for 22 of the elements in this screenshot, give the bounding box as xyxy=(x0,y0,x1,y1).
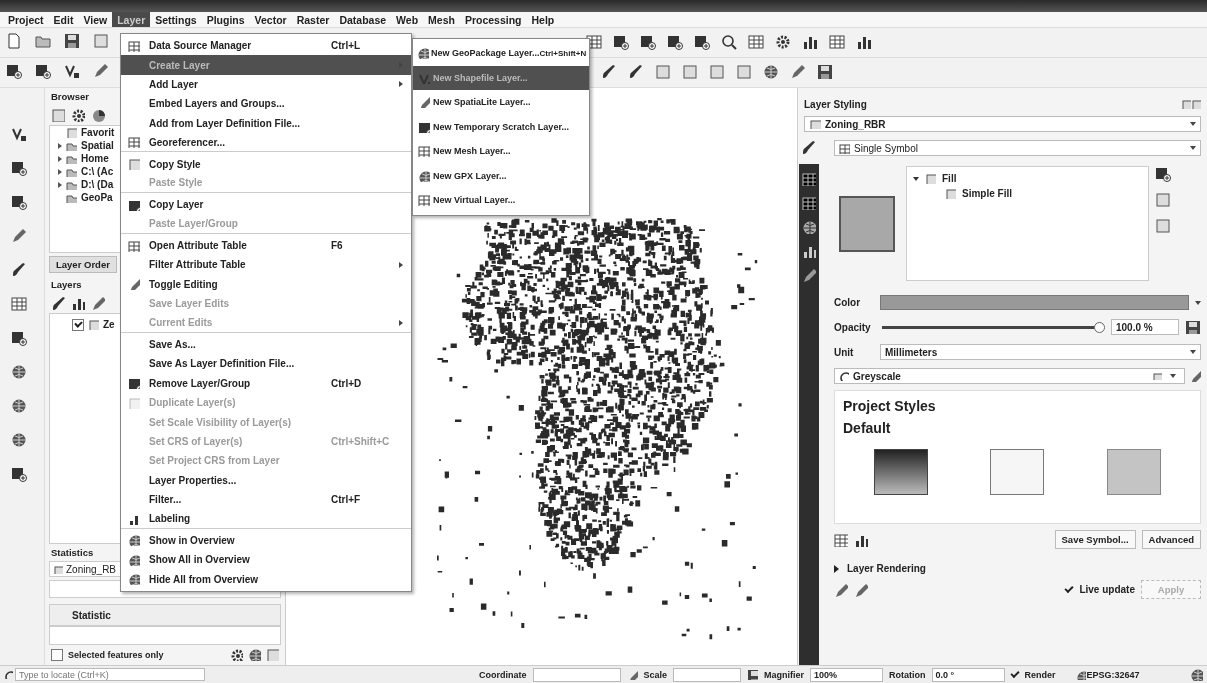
color-label: Color xyxy=(834,297,862,308)
rotation-label: Rotation xyxy=(889,669,926,680)
panel-title: Statistics xyxy=(50,546,95,560)
scale-label: Scale xyxy=(643,669,668,680)
renderer-name: Single Symbol xyxy=(854,142,918,154)
panel-title: Browser xyxy=(50,90,90,104)
opacity-label: Opacity xyxy=(834,321,872,333)
layer-name: Zoning_RBR xyxy=(825,118,886,130)
unit-value: Millimeters xyxy=(885,346,938,358)
panel-title: Layer Styling xyxy=(804,98,867,110)
section-heading: Project Styles xyxy=(843,397,937,416)
coordinate-label: Coordinate xyxy=(479,669,527,680)
checkbox-label: Selected features only xyxy=(68,649,164,660)
unit-label: Unit xyxy=(834,346,855,358)
section-heading: Default xyxy=(843,419,892,438)
checkbox-label: Render xyxy=(1024,669,1056,680)
magnifier-label: Magnifier xyxy=(764,669,805,680)
panel-title: Layers xyxy=(50,278,83,292)
layer-name: Zoning_RB xyxy=(66,563,117,575)
checkbox-label: Live update xyxy=(1079,584,1135,595)
crs-label: EPSG:32647 xyxy=(1086,669,1140,680)
search-value: Greyscale xyxy=(853,370,901,382)
